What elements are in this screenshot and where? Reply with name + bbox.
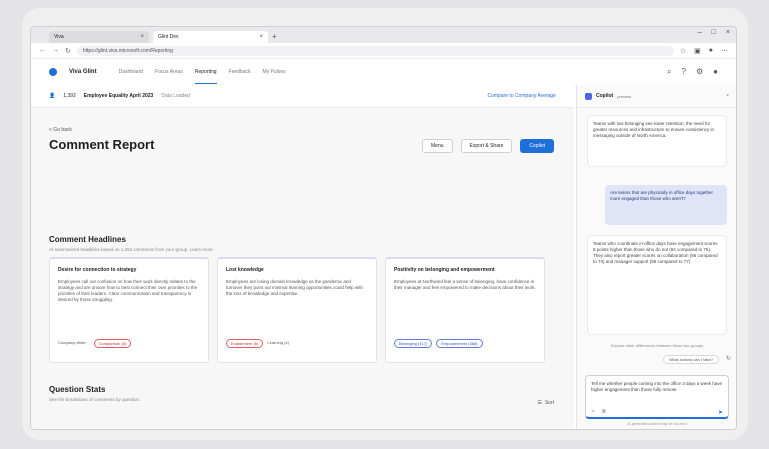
app-nav-icons: ⌕ ? ⚙ ● [667, 67, 718, 77]
new-tab-button[interactable]: + [272, 32, 277, 43]
window-controls: – □ × [698, 29, 730, 36]
app-nav: Viva Glint Dashboard Focus Areas Reporti… [31, 59, 736, 86]
back-icon[interactable]: ← [39, 47, 46, 54]
nav-reporting[interactable]: Reporting [194, 61, 217, 84]
copilot-input[interactable]: Tell me whether people coming into the o… [585, 375, 729, 419]
tab-bar: Viva × Glint Dev × + – □ × [31, 27, 736, 43]
close-window-button[interactable]: × [726, 29, 730, 36]
star-icon[interactable]: ☆ [680, 47, 686, 55]
maximize-button[interactable]: □ [712, 29, 716, 36]
browser-tab-viva[interactable]: Viva × [49, 31, 149, 43]
settings-icon[interactable]: ⚙ [696, 67, 703, 77]
minimize-button[interactable]: – [698, 29, 702, 36]
card-chips: Enablement (6) Learning (4) [226, 339, 368, 348]
tab-label: Glint Dev [158, 34, 179, 40]
filter-bar: 👤 1,392 Employee Equality April 2023 Dat… [31, 85, 574, 108]
view-status: Data Loaded [161, 93, 190, 99]
attach-icon[interactable]: ⌘ [601, 409, 606, 415]
headlines-subtitle: AI-summarized headlines based on 1,392 c… [49, 247, 214, 252]
card-body: Employees at Northwind feel a sense of b… [394, 279, 536, 290]
page-title: Comment Report [49, 137, 155, 152]
chip[interactable]: Company-Wide [58, 339, 90, 348]
export-share-button[interactable]: Export & Share [460, 139, 513, 153]
nav-feedback[interactable]: Feedback [229, 61, 251, 83]
chip[interactable]: Comparison (8) [93, 339, 132, 348]
headline-card[interactable]: Lost knowledge Employees are losing doma… [217, 257, 377, 363]
copilot-disclaimer: AI-generated content may be incorrect [627, 422, 687, 426]
suggestion-chip[interactable]: What actions can I take? [663, 355, 719, 364]
sort-button[interactable]: ☰ Sort [537, 400, 554, 406]
headlines-title: Comment Headlines [49, 235, 126, 244]
forward-icon[interactable]: → [52, 47, 59, 54]
refresh-suggestions-icon[interactable]: ↻ [726, 355, 731, 362]
refresh-icon[interactable]: ↻ [65, 47, 71, 55]
extensions-icon[interactable]: ▣ [694, 47, 701, 55]
page-actions: Menu Export & Share Copilot [422, 139, 554, 153]
chip[interactable]: Learning (4) [267, 339, 293, 348]
card-body: Employees are losing domain knowledge as… [226, 279, 363, 296]
nav-dashboard[interactable]: Dashboard [119, 61, 143, 83]
user-message: Are teams that are physically in office … [605, 185, 727, 225]
back-link[interactable]: < Go back [49, 127, 72, 133]
headline-cards: Desire for connection to strategy Employ… [49, 257, 545, 363]
nav-my-pulses[interactable]: My Pulses [263, 61, 286, 83]
browser-window: Viva × Glint Dev × + – □ × ← → ↻ https:/… [30, 26, 737, 430]
avatar[interactable]: ● [713, 67, 718, 77]
tab-label: Viva [54, 34, 64, 40]
send-icon[interactable]: ➤ [718, 409, 723, 416]
brand-name: Viva Glint [69, 69, 97, 75]
nav-focus-areas[interactable]: Focus Areas [155, 61, 183, 83]
browser-tab-glint[interactable]: Glint Dev × [153, 31, 268, 43]
address-bar-row: ← → ↻ https://glint.viva.microsoft.com/R… [31, 43, 736, 59]
input-tools: ✧ ⌘ [591, 409, 606, 415]
sort-icon: ☰ [537, 400, 542, 406]
chip[interactable]: Enablement (6) [226, 339, 264, 348]
population-count: 1,392 [63, 93, 76, 99]
sort-label: Sort [544, 400, 554, 406]
close-icon[interactable]: × [726, 93, 729, 99]
copilot-button[interactable]: Copilot [520, 139, 554, 153]
close-tab-icon[interactable]: × [259, 34, 263, 40]
headline-card[interactable]: Positivity on belonging and empowerment … [385, 257, 545, 363]
main-content: 👤 1,392 Employee Equality April 2023 Dat… [31, 85, 574, 429]
card-body: Employees call out confusion on how thei… [58, 279, 198, 302]
profile-icon[interactable]: ● [709, 47, 713, 55]
copilot-message: Teams who coordinate in-office days have… [587, 235, 727, 335]
url-field[interactable]: https://glint.viva.microsoft.com/Reporti… [76, 45, 674, 56]
card-title: Desire for connection to strategy [58, 267, 137, 273]
card-title: Positivity on belonging and empowerment [394, 267, 495, 273]
copilot-message: Teams with low belonging see lower reten… [587, 115, 727, 167]
copilot-panel: Copilot preview × Teams with low belongi… [576, 85, 736, 429]
prompts-icon[interactable]: ✧ [591, 409, 595, 415]
copilot-name: Copilot [596, 93, 614, 99]
copilot-icon [585, 92, 592, 100]
card-chips: Belonging (417) Empowerment (368) [394, 339, 536, 348]
question-stats-title: Question Stats [49, 385, 106, 394]
copilot-hint[interactable]: Explore other differences between these … [585, 343, 729, 348]
people-icon: 👤 [49, 93, 56, 99]
chip[interactable]: Empowerment (368) [436, 339, 483, 348]
headline-card[interactable]: Desire for connection to strategy Employ… [49, 257, 209, 363]
help-icon[interactable]: ? [682, 67, 686, 77]
menu-button[interactable]: Menu [422, 139, 453, 153]
viva-logo-icon [49, 68, 57, 76]
card-title: Lost knowledge [226, 267, 264, 273]
compare-link[interactable]: Compare to Company Average [487, 93, 556, 99]
survey-selector[interactable]: Employee Equality April 2023 [84, 93, 154, 99]
browser-toolbar-icons: ☆ ▣ ● ⋯ [680, 47, 728, 55]
more-icon[interactable]: ⋯ [721, 47, 728, 55]
chip[interactable]: Belonging (417) [394, 339, 433, 348]
close-tab-icon[interactable]: × [140, 34, 144, 40]
copilot-header: Copilot preview × [577, 85, 736, 108]
card-chips: Company-Wide Comparison (8) [58, 339, 200, 348]
question-stats-subtitle: See the breakdown of comments by questio… [49, 397, 141, 402]
copilot-badge: preview [617, 93, 632, 99]
search-icon[interactable]: ⌕ [667, 67, 671, 77]
